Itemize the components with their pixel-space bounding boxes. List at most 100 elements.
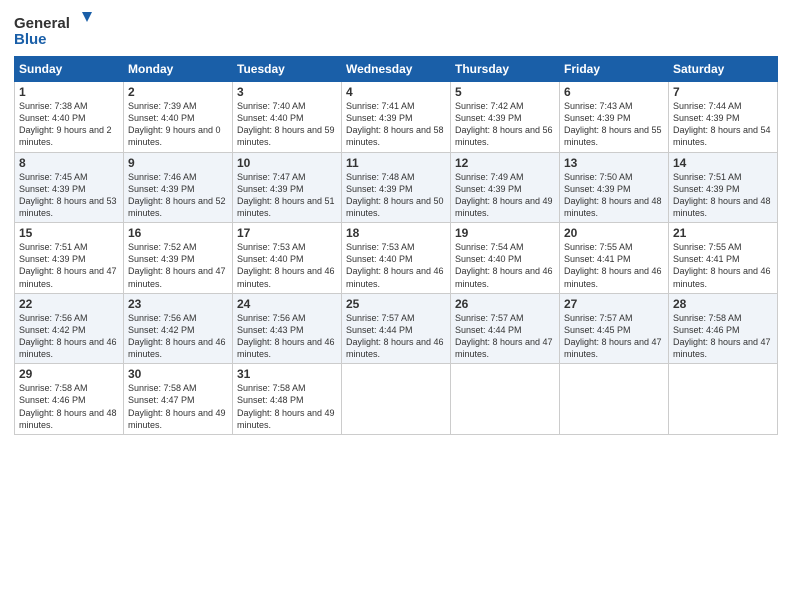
- weekday-header-monday: Monday: [124, 57, 233, 82]
- day-number: 1: [19, 85, 119, 99]
- calendar-cell: 18Sunrise: 7:53 AMSunset: 4:40 PMDayligh…: [342, 223, 451, 294]
- day-number: 3: [237, 85, 337, 99]
- day-number: 24: [237, 297, 337, 311]
- calendar-cell: [451, 364, 560, 435]
- calendar-cell: 5Sunrise: 7:42 AMSunset: 4:39 PMDaylight…: [451, 82, 560, 153]
- day-number: 5: [455, 85, 555, 99]
- day-info: Sunrise: 7:56 AMSunset: 4:43 PMDaylight:…: [237, 312, 337, 361]
- calendar-cell: [560, 364, 669, 435]
- day-info: Sunrise: 7:56 AMSunset: 4:42 PMDaylight:…: [128, 312, 228, 361]
- calendar-week-4: 22Sunrise: 7:56 AMSunset: 4:42 PMDayligh…: [15, 293, 778, 364]
- day-number: 17: [237, 226, 337, 240]
- day-number: 8: [19, 156, 119, 170]
- calendar-cell: 20Sunrise: 7:55 AMSunset: 4:41 PMDayligh…: [560, 223, 669, 294]
- day-info: Sunrise: 7:44 AMSunset: 4:39 PMDaylight:…: [673, 100, 773, 149]
- svg-text:Blue: Blue: [14, 31, 47, 48]
- page: General Blue SundayMondayTuesdayWednesda…: [0, 0, 792, 612]
- calendar-header: SundayMondayTuesdayWednesdayThursdayFrid…: [15, 57, 778, 82]
- day-info: Sunrise: 7:56 AMSunset: 4:42 PMDaylight:…: [19, 312, 119, 361]
- day-info: Sunrise: 7:49 AMSunset: 4:39 PMDaylight:…: [455, 171, 555, 220]
- day-info: Sunrise: 7:57 AMSunset: 4:45 PMDaylight:…: [564, 312, 664, 361]
- day-info: Sunrise: 7:58 AMSunset: 4:48 PMDaylight:…: [237, 382, 337, 431]
- day-number: 12: [455, 156, 555, 170]
- logo-svg: General Blue: [14, 10, 94, 50]
- day-number: 18: [346, 226, 446, 240]
- calendar-cell: 6Sunrise: 7:43 AMSunset: 4:39 PMDaylight…: [560, 82, 669, 153]
- calendar-cell: 12Sunrise: 7:49 AMSunset: 4:39 PMDayligh…: [451, 152, 560, 223]
- day-info: Sunrise: 7:57 AMSunset: 4:44 PMDaylight:…: [455, 312, 555, 361]
- calendar-cell: 21Sunrise: 7:55 AMSunset: 4:41 PMDayligh…: [669, 223, 778, 294]
- day-info: Sunrise: 7:53 AMSunset: 4:40 PMDaylight:…: [237, 241, 337, 290]
- day-info: Sunrise: 7:58 AMSunset: 4:47 PMDaylight:…: [128, 382, 228, 431]
- day-info: Sunrise: 7:57 AMSunset: 4:44 PMDaylight:…: [346, 312, 446, 361]
- calendar-table: SundayMondayTuesdayWednesdayThursdayFrid…: [14, 56, 778, 435]
- calendar-cell: 29Sunrise: 7:58 AMSunset: 4:46 PMDayligh…: [15, 364, 124, 435]
- calendar-cell: 17Sunrise: 7:53 AMSunset: 4:40 PMDayligh…: [233, 223, 342, 294]
- day-info: Sunrise: 7:54 AMSunset: 4:40 PMDaylight:…: [455, 241, 555, 290]
- weekday-header-saturday: Saturday: [669, 57, 778, 82]
- day-info: Sunrise: 7:47 AMSunset: 4:39 PMDaylight:…: [237, 171, 337, 220]
- calendar-cell: 24Sunrise: 7:56 AMSunset: 4:43 PMDayligh…: [233, 293, 342, 364]
- day-number: 10: [237, 156, 337, 170]
- day-number: 9: [128, 156, 228, 170]
- day-info: Sunrise: 7:46 AMSunset: 4:39 PMDaylight:…: [128, 171, 228, 220]
- weekday-header-tuesday: Tuesday: [233, 57, 342, 82]
- calendar-week-5: 29Sunrise: 7:58 AMSunset: 4:46 PMDayligh…: [15, 364, 778, 435]
- day-number: 13: [564, 156, 664, 170]
- day-info: Sunrise: 7:43 AMSunset: 4:39 PMDaylight:…: [564, 100, 664, 149]
- day-info: Sunrise: 7:45 AMSunset: 4:39 PMDaylight:…: [19, 171, 119, 220]
- calendar-cell: 27Sunrise: 7:57 AMSunset: 4:45 PMDayligh…: [560, 293, 669, 364]
- day-info: Sunrise: 7:52 AMSunset: 4:39 PMDaylight:…: [128, 241, 228, 290]
- day-number: 22: [19, 297, 119, 311]
- calendar-body: 1Sunrise: 7:38 AMSunset: 4:40 PMDaylight…: [15, 82, 778, 435]
- day-info: Sunrise: 7:53 AMSunset: 4:40 PMDaylight:…: [346, 241, 446, 290]
- day-info: Sunrise: 7:58 AMSunset: 4:46 PMDaylight:…: [19, 382, 119, 431]
- calendar-cell: 1Sunrise: 7:38 AMSunset: 4:40 PMDaylight…: [15, 82, 124, 153]
- day-number: 20: [564, 226, 664, 240]
- day-number: 6: [564, 85, 664, 99]
- day-number: 31: [237, 367, 337, 381]
- header: General Blue: [14, 10, 778, 50]
- day-info: Sunrise: 7:51 AMSunset: 4:39 PMDaylight:…: [19, 241, 119, 290]
- day-info: Sunrise: 7:40 AMSunset: 4:40 PMDaylight:…: [237, 100, 337, 149]
- day-info: Sunrise: 7:41 AMSunset: 4:39 PMDaylight:…: [346, 100, 446, 149]
- calendar-cell: 22Sunrise: 7:56 AMSunset: 4:42 PMDayligh…: [15, 293, 124, 364]
- day-number: 14: [673, 156, 773, 170]
- day-info: Sunrise: 7:55 AMSunset: 4:41 PMDaylight:…: [564, 241, 664, 290]
- day-number: 4: [346, 85, 446, 99]
- day-info: Sunrise: 7:58 AMSunset: 4:46 PMDaylight:…: [673, 312, 773, 361]
- calendar-cell: 4Sunrise: 7:41 AMSunset: 4:39 PMDaylight…: [342, 82, 451, 153]
- weekday-header-friday: Friday: [560, 57, 669, 82]
- calendar-cell: [669, 364, 778, 435]
- day-info: Sunrise: 7:51 AMSunset: 4:39 PMDaylight:…: [673, 171, 773, 220]
- calendar-cell: 30Sunrise: 7:58 AMSunset: 4:47 PMDayligh…: [124, 364, 233, 435]
- day-number: 11: [346, 156, 446, 170]
- calendar-cell: 26Sunrise: 7:57 AMSunset: 4:44 PMDayligh…: [451, 293, 560, 364]
- svg-text:General: General: [14, 15, 70, 32]
- calendar-cell: 11Sunrise: 7:48 AMSunset: 4:39 PMDayligh…: [342, 152, 451, 223]
- calendar-cell: 8Sunrise: 7:45 AMSunset: 4:39 PMDaylight…: [15, 152, 124, 223]
- calendar-week-1: 1Sunrise: 7:38 AMSunset: 4:40 PMDaylight…: [15, 82, 778, 153]
- weekday-header-thursday: Thursday: [451, 57, 560, 82]
- calendar-cell: 7Sunrise: 7:44 AMSunset: 4:39 PMDaylight…: [669, 82, 778, 153]
- calendar-cell: 9Sunrise: 7:46 AMSunset: 4:39 PMDaylight…: [124, 152, 233, 223]
- calendar-cell: 3Sunrise: 7:40 AMSunset: 4:40 PMDaylight…: [233, 82, 342, 153]
- calendar-cell: 31Sunrise: 7:58 AMSunset: 4:48 PMDayligh…: [233, 364, 342, 435]
- day-info: Sunrise: 7:48 AMSunset: 4:39 PMDaylight:…: [346, 171, 446, 220]
- day-number: 26: [455, 297, 555, 311]
- day-info: Sunrise: 7:39 AMSunset: 4:40 PMDaylight:…: [128, 100, 228, 149]
- day-info: Sunrise: 7:50 AMSunset: 4:39 PMDaylight:…: [564, 171, 664, 220]
- calendar-cell: 10Sunrise: 7:47 AMSunset: 4:39 PMDayligh…: [233, 152, 342, 223]
- day-number: 16: [128, 226, 228, 240]
- day-number: 28: [673, 297, 773, 311]
- calendar-cell: 14Sunrise: 7:51 AMSunset: 4:39 PMDayligh…: [669, 152, 778, 223]
- day-info: Sunrise: 7:55 AMSunset: 4:41 PMDaylight:…: [673, 241, 773, 290]
- day-number: 19: [455, 226, 555, 240]
- calendar-week-2: 8Sunrise: 7:45 AMSunset: 4:39 PMDaylight…: [15, 152, 778, 223]
- calendar-cell: 28Sunrise: 7:58 AMSunset: 4:46 PMDayligh…: [669, 293, 778, 364]
- weekday-header-wednesday: Wednesday: [342, 57, 451, 82]
- day-number: 15: [19, 226, 119, 240]
- calendar-cell: 19Sunrise: 7:54 AMSunset: 4:40 PMDayligh…: [451, 223, 560, 294]
- logo: General Blue: [14, 10, 94, 50]
- calendar-cell: 2Sunrise: 7:39 AMSunset: 4:40 PMDaylight…: [124, 82, 233, 153]
